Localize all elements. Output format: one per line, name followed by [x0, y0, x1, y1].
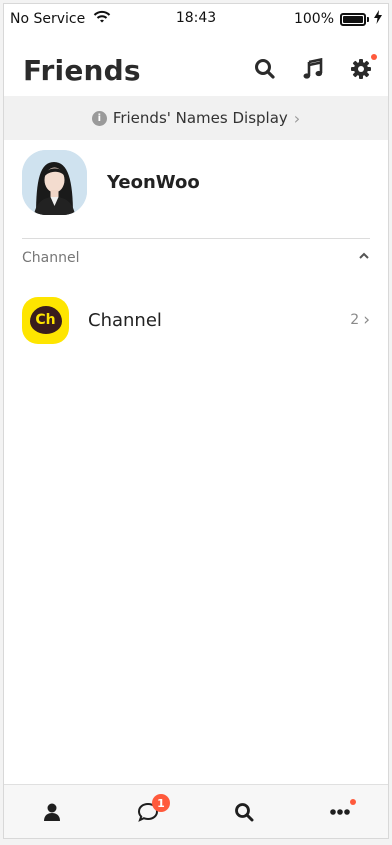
chevron-right-icon: › [363, 310, 370, 330]
chats-tab[interactable]: 1 [100, 785, 196, 838]
header: Friends [4, 44, 388, 96]
header-actions [252, 54, 377, 82]
channel-logo: Ch [22, 296, 69, 344]
page-title: Friends [23, 54, 141, 87]
chevron-up-icon[interactable] [358, 250, 370, 266]
channel-section-header[interactable]: Channel [22, 250, 370, 270]
profile-name: YeonWoo [107, 172, 200, 193]
app-frame: No Service 18:43 100% Friends i Friends'… [3, 3, 389, 839]
person-icon [44, 803, 60, 821]
settings-notification-dot [371, 54, 377, 60]
status-right: 100% [294, 10, 382, 28]
more-notification-dot [350, 799, 356, 805]
info-icon: i [91, 110, 107, 126]
names-display-banner[interactable]: i Friends' Names Display › [4, 96, 388, 140]
music-icon [303, 58, 323, 79]
channel-row[interactable]: Ch Channel 2 › [22, 296, 370, 344]
search-icon [255, 59, 275, 79]
channel-label: Channel [88, 309, 162, 331]
my-profile-row[interactable]: YeonWoo [22, 150, 200, 215]
profile-photo [22, 150, 87, 215]
search-icon [235, 802, 254, 821]
chevron-right-icon: › [293, 108, 301, 128]
section-label: Channel [22, 250, 80, 266]
channel-count-value: 2 [350, 312, 360, 328]
channel-count: 2 › [350, 310, 370, 330]
banner-text: Friends' Names Display [112, 109, 288, 127]
avatar[interactable] [22, 150, 87, 215]
search-button[interactable] [252, 56, 278, 82]
battery-percent: 100% [293, 11, 334, 27]
search-tab[interactable] [196, 785, 292, 838]
bottom-tab-bar: 1 [4, 784, 388, 838]
charging-icon [374, 10, 382, 28]
settings-button[interactable] [348, 54, 377, 82]
channel-logo-text: Ch [29, 306, 62, 334]
music-button[interactable] [300, 56, 326, 82]
divider [22, 238, 370, 239]
chats-unread-badge: 1 [152, 794, 170, 812]
battery-icon [340, 12, 369, 26]
more-dots-icon [330, 808, 350, 815]
more-tab[interactable] [292, 785, 388, 838]
gear-icon [351, 59, 371, 79]
friends-tab[interactable] [4, 785, 100, 838]
status-bar: No Service 18:43 100% [4, 4, 388, 34]
